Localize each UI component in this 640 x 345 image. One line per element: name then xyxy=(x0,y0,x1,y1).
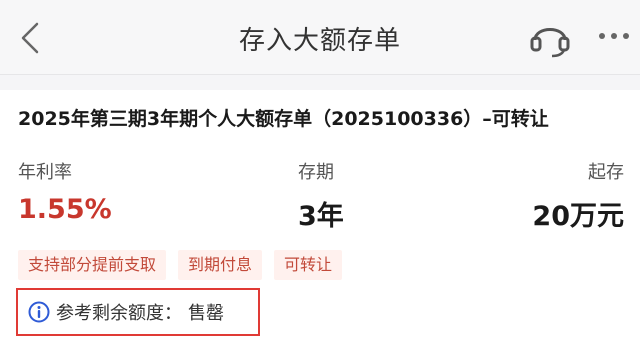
product-name: 2025年第三期3年期个人大额存单（2025100336）–可转让 xyxy=(18,108,549,130)
term-label: 存期 xyxy=(298,162,334,183)
minimum-deposit-value: 20万元 xyxy=(532,201,624,232)
annual-rate-value: 1.55% xyxy=(18,194,112,225)
top-navigation-bar: 存入大额存单 xyxy=(0,0,640,75)
remaining-quota-value: 售罄 xyxy=(188,303,224,324)
tag-transferable: 可转让 xyxy=(274,250,343,280)
more-button[interactable] xyxy=(596,26,632,46)
term-value: 3年 xyxy=(298,201,344,232)
annual-rate-label: 年利率 xyxy=(18,162,72,183)
remaining-quota-box: 参考剩余额度： 售罄 xyxy=(16,288,260,336)
deposit-product-card[interactable]: 2025年第三期3年期个人大额存单（2025100336）–可转让 年利率 存期… xyxy=(0,90,640,345)
remaining-quota-label: 参考剩余额度： xyxy=(56,303,182,324)
customer-service-button[interactable] xyxy=(527,14,573,60)
headset-icon xyxy=(530,28,570,58)
minimum-deposit-label: 起存 xyxy=(588,162,624,183)
tag-partial-early-withdrawal: 支持部分提前支取 xyxy=(18,250,167,280)
more-dots-icon xyxy=(599,33,629,39)
tag-interest-at-maturity: 到期付息 xyxy=(178,250,263,280)
info-icon xyxy=(28,301,50,323)
feature-tags: 支持部分提前支取 到期付息 可转让 xyxy=(18,250,343,280)
